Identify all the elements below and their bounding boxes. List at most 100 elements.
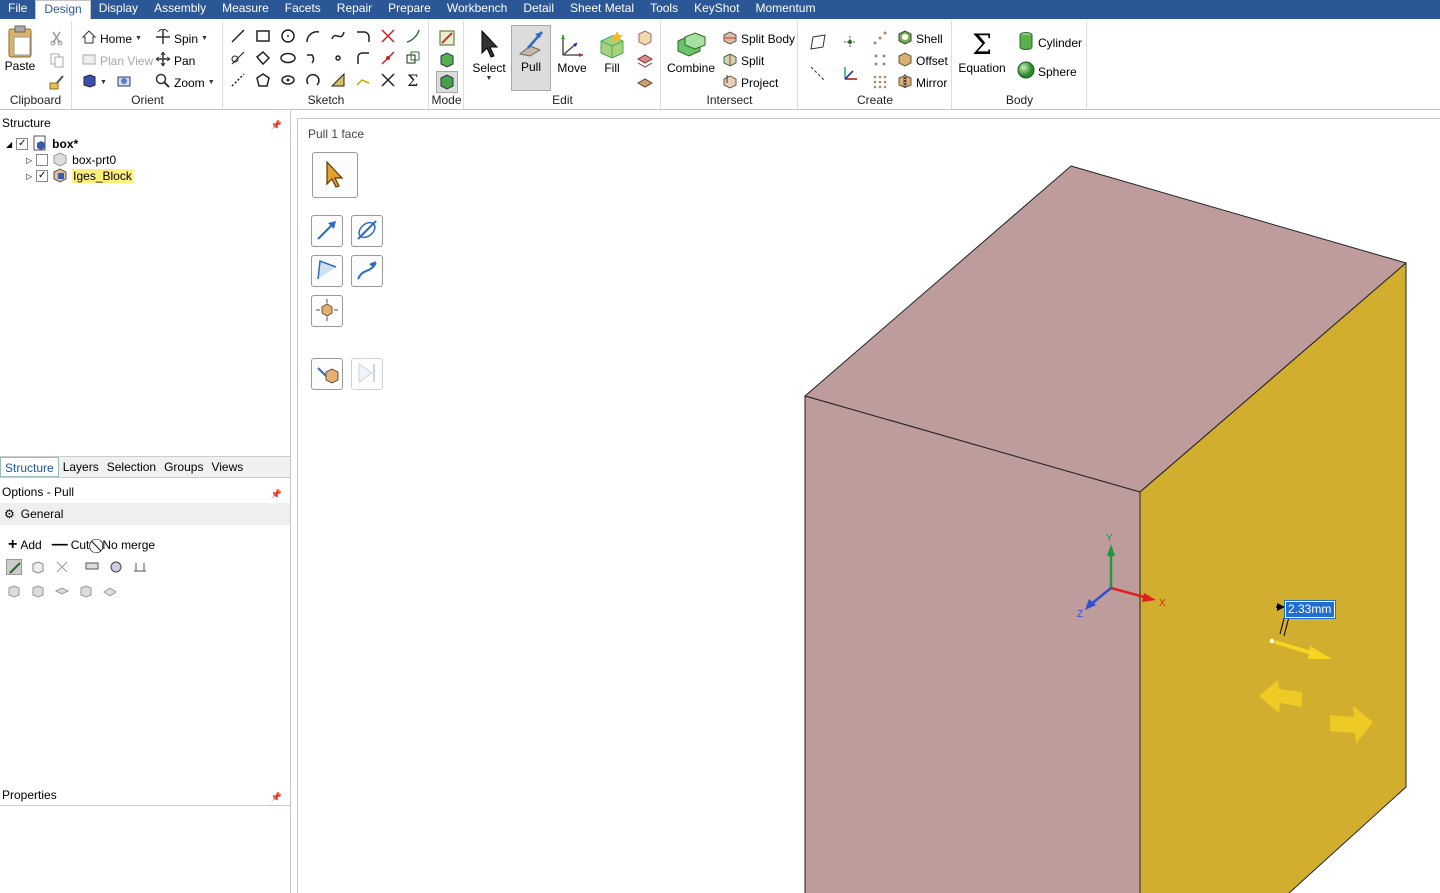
- menu-item-sheet-metal[interactable]: Sheet Metal: [562, 0, 642, 19]
- expand-triangle-icon[interactable]: ◢: [6, 140, 12, 149]
- construction-line-icon[interactable]: [229, 71, 247, 89]
- dimension-icon[interactable]: [132, 559, 148, 575]
- fill-pattern-icon[interactable]: [871, 73, 889, 91]
- box-prt0-checkbox[interactable]: [36, 154, 49, 166]
- extent-icon[interactable]: [6, 583, 22, 599]
- sphere-button[interactable]: Sphere: [1017, 61, 1077, 82]
- pin-icon[interactable]: 📌: [271, 788, 282, 806]
- replace-icon[interactable]: [636, 73, 654, 91]
- draft-tool-guide[interactable]: [311, 255, 343, 287]
- three-point-arc-icon[interactable]: [304, 71, 322, 89]
- sweep-tool-guide[interactable]: [351, 255, 383, 287]
- menu-item-measure[interactable]: Measure: [214, 0, 277, 19]
- circular-pattern-icon[interactable]: [871, 51, 889, 69]
- shell-button[interactable]: Shell: [897, 29, 943, 48]
- offset-button[interactable]: Offset: [897, 51, 948, 70]
- add-button[interactable]: + Add: [8, 536, 42, 554]
- menu-item-display[interactable]: Display: [91, 0, 146, 19]
- pin-icon[interactable]: 📌: [271, 485, 282, 503]
- collapse-triangle-icon[interactable]: ▷: [26, 172, 32, 181]
- iges-block-checkbox[interactable]: ✓: [36, 170, 49, 182]
- menu-item-keyshot[interactable]: KeyShot: [686, 0, 747, 19]
- polygon-icon[interactable]: [254, 71, 272, 89]
- direction-tool-guide[interactable]: [311, 215, 343, 247]
- general-section[interactable]: ⚙ General: [0, 503, 290, 525]
- tweak-face-icon[interactable]: [636, 51, 654, 69]
- cut-button[interactable]: — Cut: [52, 536, 90, 554]
- trim-icon[interactable]: [379, 27, 397, 45]
- point-icon[interactable]: [329, 49, 347, 67]
- spin-button[interactable]: Spin ▼: [155, 28, 208, 48]
- pull-anchor-dot[interactable]: [1268, 637, 1276, 645]
- menu-item-tools[interactable]: Tools: [642, 0, 686, 19]
- point-icon[interactable]: [841, 33, 859, 51]
- dimension-input[interactable]: 2.33mm: [1284, 600, 1336, 619]
- three-point-rect-icon[interactable]: [254, 49, 272, 67]
- pull-mode-icon[interactable]: [6, 559, 22, 575]
- scale-tool-guide[interactable]: [311, 295, 343, 327]
- pin-icon[interactable]: 📌: [271, 116, 282, 134]
- ruled-icon[interactable]: [102, 583, 118, 599]
- copy-icon[interactable]: [48, 51, 66, 69]
- move-button[interactable]: Move: [553, 27, 591, 75]
- menu-item-detail[interactable]: Detail: [515, 0, 562, 19]
- spline-icon[interactable]: [329, 27, 347, 45]
- split-body-button[interactable]: Split Body: [722, 29, 795, 48]
- up-to-icon[interactable]: [30, 583, 46, 599]
- cylinder-button[interactable]: Cylinder: [1017, 31, 1082, 54]
- arc-icon[interactable]: [304, 27, 322, 45]
- face-curve-icon[interactable]: [329, 71, 347, 89]
- menu-item-assembly[interactable]: Assembly: [146, 0, 214, 19]
- pull-button[interactable]: Pull: [511, 25, 551, 91]
- menu-item-file[interactable]: File: [0, 0, 35, 19]
- project-button[interactable]: Project: [722, 73, 778, 92]
- ruler-icon[interactable]: [84, 559, 100, 575]
- view-cube-button[interactable]: ▼: [81, 73, 132, 92]
- split-line-icon[interactable]: [379, 71, 397, 89]
- both-sides-icon[interactable]: [54, 583, 70, 599]
- 3d-viewport[interactable]: Y X Z Pull 1 face 2.33mm: [297, 118, 1440, 893]
- section-mode-icon[interactable]: [438, 51, 456, 69]
- tab-groups[interactable]: Groups: [160, 457, 207, 477]
- split-button[interactable]: Split: [722, 51, 764, 70]
- blend-icon[interactable]: [636, 29, 654, 47]
- copy-edge-icon[interactable]: [78, 583, 94, 599]
- equation-button[interactable]: Σ Equation: [957, 27, 1007, 76]
- rectangle-icon[interactable]: [254, 27, 272, 45]
- revolve-tool-guide[interactable]: [351, 215, 383, 247]
- menu-item-workbench[interactable]: Workbench: [439, 0, 515, 19]
- menu-item-facets[interactable]: Facets: [277, 0, 329, 19]
- origin-icon[interactable]: [841, 65, 859, 83]
- tab-views[interactable]: Views: [207, 457, 247, 477]
- root-checkbox[interactable]: ✓: [16, 138, 29, 150]
- fill-button[interactable]: Fill: [593, 27, 631, 75]
- circle-icon[interactable]: [279, 27, 297, 45]
- line-icon[interactable]: [229, 27, 247, 45]
- menu-item-momentum[interactable]: Momentum: [747, 0, 823, 19]
- select-tool-guide[interactable]: [312, 152, 358, 198]
- 3d-mode-icon[interactable]: [436, 71, 458, 93]
- sketch-mode-icon[interactable]: [438, 29, 456, 47]
- tab-selection[interactable]: Selection: [103, 457, 160, 477]
- home-button[interactable]: Home ▼: [81, 29, 142, 48]
- paste-button[interactable]: Paste: [4, 25, 36, 73]
- tab-structure[interactable]: Structure: [0, 457, 59, 477]
- measure-icon[interactable]: [108, 559, 124, 575]
- tangent-arc-icon[interactable]: [304, 49, 322, 67]
- ellipse-circle-icon[interactable]: [279, 71, 297, 89]
- menu-item-design[interactable]: Design: [35, 0, 91, 19]
- linear-pattern-icon[interactable]: [871, 29, 889, 47]
- no-merge-button[interactable]: ⃠No merge: [99, 537, 155, 554]
- pan-button[interactable]: Pan: [155, 51, 195, 70]
- menu-item-repair[interactable]: Repair: [329, 0, 380, 19]
- project-curve-icon[interactable]: [354, 71, 372, 89]
- tree-item-iges-block[interactable]: ▷ ✓ Iges_Block: [26, 167, 133, 184]
- ellipse-icon[interactable]: [279, 49, 297, 67]
- select-button[interactable]: Select ▼: [471, 27, 507, 82]
- plane-icon[interactable]: [809, 33, 827, 51]
- corner-arc-icon[interactable]: [354, 27, 372, 45]
- sweep-arc-icon[interactable]: [404, 27, 422, 45]
- cut-icon[interactable]: [48, 29, 66, 47]
- bend-icon[interactable]: [354, 49, 372, 67]
- zoom-button[interactable]: Zoom ▼: [155, 73, 215, 92]
